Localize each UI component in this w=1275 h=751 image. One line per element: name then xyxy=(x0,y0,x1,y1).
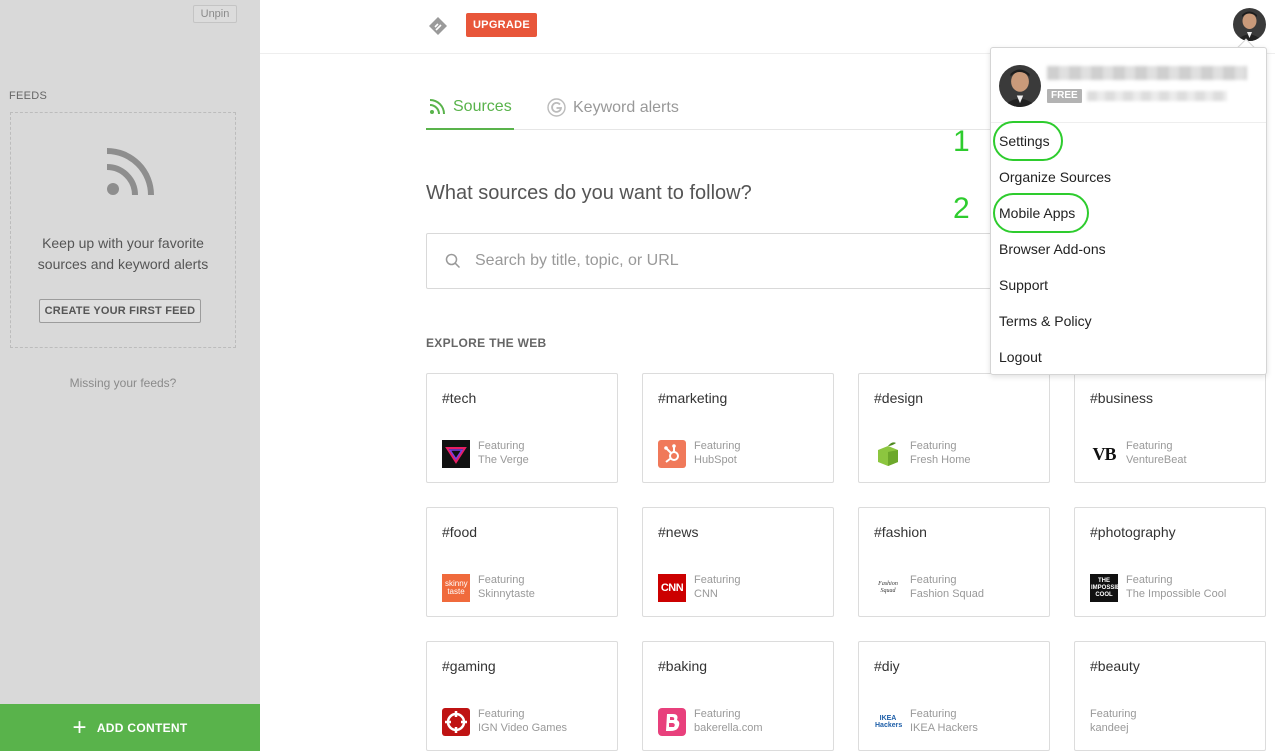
menu-item-terms-policy[interactable]: Terms & Policy xyxy=(999,313,1092,329)
explore-heading: EXPLORE THE WEB xyxy=(426,336,547,350)
card-tag: #diy xyxy=(874,658,900,674)
freshhome-icon xyxy=(874,440,902,468)
unpin-button[interactable]: Unpin xyxy=(193,5,237,23)
add-content-button[interactable]: + ADD CONTENT xyxy=(0,704,260,751)
topic-card-food[interactable]: #food skinny taste Featuring Skinnytaste xyxy=(426,507,618,617)
tab-sources[interactable]: Sources xyxy=(428,98,512,116)
tab-keyword-alerts[interactable]: Keyword alerts xyxy=(547,98,679,117)
search-input[interactable] xyxy=(475,252,975,270)
card-tag: #food xyxy=(442,524,478,540)
card-featuring: Featuring IGN Video Games xyxy=(478,708,568,734)
card-featuring: Featuring VentureBeat xyxy=(1126,440,1187,466)
ikeahackers-icon: IKEA Hackers xyxy=(875,715,902,729)
topic-card-tech[interactable]: #tech Featuring The Verge xyxy=(426,373,618,483)
upgrade-button[interactable]: UPGRADE xyxy=(466,13,537,37)
topic-card-design[interactable]: #design Featuring Fresh Home xyxy=(858,373,1050,483)
empty-feeds-message: Keep up with your favorite sources and k… xyxy=(37,235,209,272)
card-featuring: Featuring Fashion Squad xyxy=(910,574,984,600)
plus-icon: + xyxy=(72,713,87,741)
active-tab-indicator xyxy=(426,128,514,130)
topic-card-business[interactable]: #business VB Featuring VentureBeat xyxy=(1074,373,1266,483)
fashionsquad-icon: Fashion Squad xyxy=(878,581,898,594)
topic-card-fashion[interactable]: #fashion Fashion Squad Featuring Fashion … xyxy=(858,507,1050,617)
card-featuring: Featuring kandeej xyxy=(1090,708,1137,734)
card-tag: #marketing xyxy=(658,390,728,406)
rss-icon xyxy=(106,148,154,196)
empty-feeds-panel: Keep up with your favorite sources and k… xyxy=(10,112,236,348)
card-featuring: Featuring HubSpot xyxy=(694,440,741,466)
user-avatar[interactable] xyxy=(1233,8,1266,41)
feeds-label: FEEDS xyxy=(9,90,48,102)
card-featuring: Featuring The Verge xyxy=(478,440,529,466)
google-icon xyxy=(547,98,566,117)
topic-card-baking[interactable]: #baking Featuring bakerella.com xyxy=(642,641,834,751)
annotation-number-1: 1 xyxy=(953,125,970,158)
menu-item-support[interactable]: Support xyxy=(999,277,1048,293)
annotation-circle-mobile-apps xyxy=(993,193,1089,233)
create-first-feed-button[interactable]: CREATE YOUR FIRST FEED xyxy=(39,299,201,323)
card-tag: #business xyxy=(1090,390,1154,406)
card-featuring: Featuring bakerella.com xyxy=(694,708,763,734)
search-box[interactable] xyxy=(426,233,1026,289)
page-title: What sources do you want to follow? xyxy=(426,182,752,204)
hubspot-icon xyxy=(658,440,686,468)
topic-card-gaming[interactable]: #gaming Featuring IGN Video Games xyxy=(426,641,618,751)
feedly-logo-icon[interactable] xyxy=(428,16,448,36)
skinnytaste-icon: skinny taste xyxy=(442,574,470,602)
card-featuring: Featuring CNN xyxy=(694,574,741,600)
card-featuring: Featuring Skinnytaste xyxy=(478,574,535,600)
card-featuring: Featuring Fresh Home xyxy=(910,440,971,466)
search-icon xyxy=(445,253,461,269)
card-tag: #tech xyxy=(442,390,477,406)
rss-icon xyxy=(429,99,445,115)
cnn-icon: CNN xyxy=(658,574,686,602)
card-tag: #beauty xyxy=(1090,658,1140,674)
impossiblecool-icon: THE IMPOSSIBLE COOL xyxy=(1090,574,1118,602)
topic-card-marketing[interactable]: #marketing Featuring HubSpot xyxy=(642,373,834,483)
card-tag: #fashion xyxy=(874,524,927,540)
verge-icon xyxy=(442,440,470,468)
user-name-redacted xyxy=(1047,66,1247,80)
card-tag: #design xyxy=(874,390,924,406)
user-email-redacted xyxy=(1087,91,1227,101)
annotation-circle-settings xyxy=(993,121,1063,161)
annotation-number-2: 2 xyxy=(953,192,970,225)
plan-badge: FREE xyxy=(1047,89,1082,103)
topic-card-photography[interactable]: #photography THE IMPOSSIBLE COOL Featuri… xyxy=(1074,507,1266,617)
menu-item-organize-sources[interactable]: Organize Sources xyxy=(999,169,1111,185)
sidebar: Unpin FEEDS Keep up with your favorite s… xyxy=(0,0,260,751)
menu-item-logout[interactable]: Logout xyxy=(999,349,1042,365)
avatar xyxy=(999,65,1041,107)
card-featuring: Featuring IKEA Hackers xyxy=(910,708,978,734)
topic-card-beauty[interactable]: #beauty Featuring kandeej xyxy=(1074,641,1266,751)
card-featuring: Featuring The Impossible Cool xyxy=(1126,574,1227,600)
card-tag: #news xyxy=(658,524,699,540)
topic-card-news[interactable]: #news CNN Featuring CNN xyxy=(642,507,834,617)
card-tag: #gaming xyxy=(442,658,496,674)
bakerella-icon xyxy=(658,708,686,736)
missing-feeds-link[interactable]: Missing your feeds? xyxy=(0,376,246,390)
venturebeat-icon: VB xyxy=(1092,443,1116,464)
card-tag: #photography xyxy=(1090,524,1176,540)
topic-card-diy[interactable]: #diy IKEA Hackers Featuring IKEA Hackers xyxy=(858,641,1050,751)
ign-icon xyxy=(442,708,470,736)
menu-item-browser-addons[interactable]: Browser Add-ons xyxy=(999,241,1106,257)
card-tag: #baking xyxy=(658,658,708,674)
